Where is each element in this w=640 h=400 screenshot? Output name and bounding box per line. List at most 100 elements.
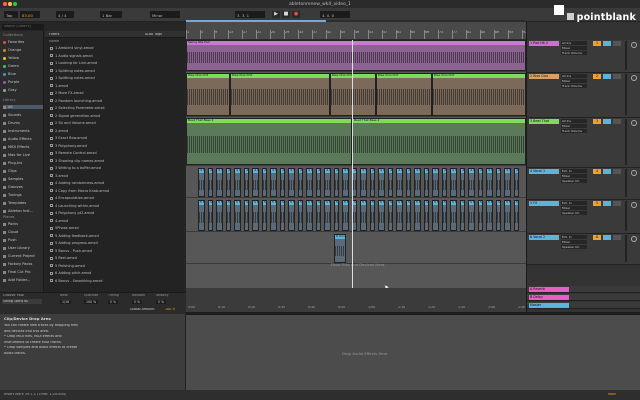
file-item[interactable]: 6 Adding pitch.amxd	[50, 271, 91, 275]
stop-button[interactable]: ■	[282, 11, 290, 18]
input-type-menu[interactable]: Ext. In	[561, 235, 587, 239]
return-track-name[interactable]: B Delay	[529, 295, 569, 300]
arm-button[interactable]	[613, 74, 621, 79]
pan-knob-icon[interactable]	[631, 236, 637, 242]
input-type-menu[interactable]: Ext. In	[561, 169, 587, 173]
monitor-menu[interactable]: Speaker On	[561, 245, 587, 249]
arm-button[interactable]	[613, 169, 621, 174]
pan-knob-icon[interactable]	[631, 120, 637, 126]
clip[interactable]: 5 FX	[442, 200, 447, 231]
track-header[interactable]: 4 Vocal 1 Ext. In Mixer Speaker On 4	[527, 168, 640, 200]
clip[interactable]: 4 Vocal 1	[478, 168, 483, 197]
clip[interactable]: 4 Vocal 1	[252, 168, 259, 197]
routing-menu[interactable]: Mixer	[561, 240, 587, 244]
clip[interactable]: 4 Vocal 1	[270, 168, 277, 197]
clip[interactable]: 4 Vocal 1	[370, 168, 375, 197]
track-activator[interactable]: 2	[593, 74, 601, 79]
clip[interactable]: 4 Vocal 1	[352, 168, 357, 197]
track-name[interactable]: 6 Vocal 2	[529, 235, 559, 240]
file-item[interactable]: 6 Bonus - Smoothing.amxd	[50, 279, 103, 283]
file-item[interactable]: 5Phase.amxd	[50, 226, 79, 230]
clip[interactable]: 4 Vocal 1	[450, 168, 457, 197]
solo-button[interactable]	[603, 74, 611, 79]
pan-knob-icon[interactable]	[631, 170, 637, 176]
file-item[interactable]: 2 Random launching.amxd	[50, 99, 102, 103]
clip[interactable]: 5 FX	[252, 200, 259, 231]
file-item[interactable]: 2 Signal generation.amxd	[50, 114, 100, 118]
search-input[interactable]: Search (Cmd+F)	[2, 24, 44, 30]
clip[interactable]: 4 Vocal 1	[216, 168, 223, 197]
clip[interactable]: 5 FX	[378, 200, 385, 231]
groove-col-value[interactable]: 0 %	[156, 300, 167, 305]
track-lane[interactable]: Rise Clos Dirt Rise Clos Dirt Rise Clos Di…	[186, 73, 526, 117]
clip[interactable]: 5 FX	[432, 200, 439, 231]
library-item[interactable]: Grooves	[3, 185, 43, 189]
clip[interactable]: 4 Vocal 1	[226, 168, 231, 197]
clip[interactable]: 4 Vocal 1	[442, 168, 447, 197]
routing-menu[interactable]: Mixer	[561, 124, 587, 128]
places-item[interactable]: Add Folder...	[3, 278, 30, 282]
zoom-icon[interactable]	[13, 2, 17, 6]
clip[interactable]: 4 Vocal 1	[234, 168, 241, 197]
file-item[interactable]: 2.amxd	[50, 129, 68, 133]
beat-time-ruler[interactable]: 1 5 9 13 17 21 25 29 33 37 41 45 49 53 57 61 65 69 73 77 81 8…	[186, 22, 527, 40]
file-item[interactable]: 4 Copy from Macro Knob.amxd	[50, 189, 109, 193]
monitor-menu[interactable]: Speaker On	[561, 211, 587, 215]
library-item[interactable]: Templates	[3, 201, 43, 205]
clip[interactable]: 5 FX	[514, 200, 519, 231]
clip[interactable]: 4 Vocal 1	[342, 168, 349, 197]
collection-item[interactable]: Blue	[3, 72, 16, 76]
clip[interactable]: 5 FX	[216, 200, 223, 231]
pan-knob-icon[interactable]	[631, 42, 637, 48]
file-item[interactable]: 1 Audio signals.amxd	[50, 54, 93, 58]
clip[interactable]: 4 Vocal 1	[208, 168, 213, 197]
clip[interactable]: 5 FX	[226, 200, 231, 231]
clip[interactable]: 5 FX	[504, 200, 511, 231]
clip[interactable]: 5 FX	[316, 200, 321, 231]
file-item[interactable]: 3 Remote Control.amxd	[50, 151, 97, 155]
clip[interactable]: 4 Vocal 1	[360, 168, 367, 197]
pan-knob-icon[interactable]	[631, 202, 637, 208]
track-name[interactable]: 3 Beat That	[529, 119, 559, 124]
clip[interactable]: 4 Vocal 1	[504, 168, 511, 197]
places-item[interactable]: User Library	[3, 246, 30, 250]
file-item[interactable]: 4 Launching within.amxd	[50, 204, 99, 208]
collection-item[interactable]: Orange	[3, 48, 21, 52]
file-item[interactable]: 5 Adding progress.amxd	[50, 241, 98, 245]
clip[interactable]: 4 Vocal 1	[406, 168, 411, 197]
clip[interactable]: 4 Vocal 1	[262, 168, 267, 197]
play-button[interactable]: ▶	[272, 11, 280, 18]
clip[interactable]: 4 Vocal 1	[316, 168, 321, 197]
clip[interactable]: 5 FX	[460, 200, 465, 231]
clip[interactable]: 5 FX	[486, 200, 493, 231]
arm-button[interactable]	[613, 119, 621, 124]
collection-item[interactable]: Purple	[3, 80, 19, 84]
clip[interactable]: 4 Vocal 1	[334, 168, 339, 197]
clip[interactable]: 5 FX	[496, 200, 501, 231]
main-label[interactable]: Main	[608, 393, 616, 397]
clip[interactable]: 4 Vocal 1	[306, 168, 313, 197]
track-activator[interactable]: 3	[593, 119, 601, 124]
tempo-field[interactable]: 83.00	[20, 11, 40, 18]
arrangement-view[interactable]: Swing 80s Pad Rise Clos Dirt Rise Clos Dir…	[186, 22, 526, 312]
solo-button[interactable]	[603, 169, 611, 174]
quantize-menu[interactable]: 1 Bar	[100, 11, 122, 18]
track-lane[interactable]: Beat That Bass 2 Beat That Bass 2	[186, 118, 526, 166]
clip[interactable]: 5 FX	[324, 200, 331, 231]
monitor-menu[interactable]: Track Volume	[561, 51, 587, 55]
track-activator[interactable]: 4	[593, 169, 601, 174]
file-item[interactable]: 3 Polyphony.amxd	[50, 144, 87, 148]
clip[interactable]: 5 FX	[298, 200, 303, 231]
clip[interactable]: 4 Vocal 1	[298, 168, 303, 197]
input-type-menu[interactable]: All Ins	[561, 74, 587, 78]
file-item[interactable]: 1 Splitting notes.amxd	[50, 76, 95, 80]
clip[interactable]: Beat That Bass 2	[186, 118, 352, 165]
file-item[interactable]: 5 Bonus - Push.amxd	[50, 249, 92, 253]
clip[interactable]: 5 FX	[450, 200, 457, 231]
clip[interactable]: 5 FX	[306, 200, 313, 231]
solo-button[interactable]	[603, 41, 611, 46]
clip[interactable]: 5 FX	[370, 200, 375, 231]
clip[interactable]: 5 FX	[334, 200, 339, 231]
routing-menu[interactable]: Mixer	[561, 46, 587, 50]
track-header[interactable]: 2 Rise Clos All Ins Mixer Track Volume 2	[527, 73, 640, 118]
